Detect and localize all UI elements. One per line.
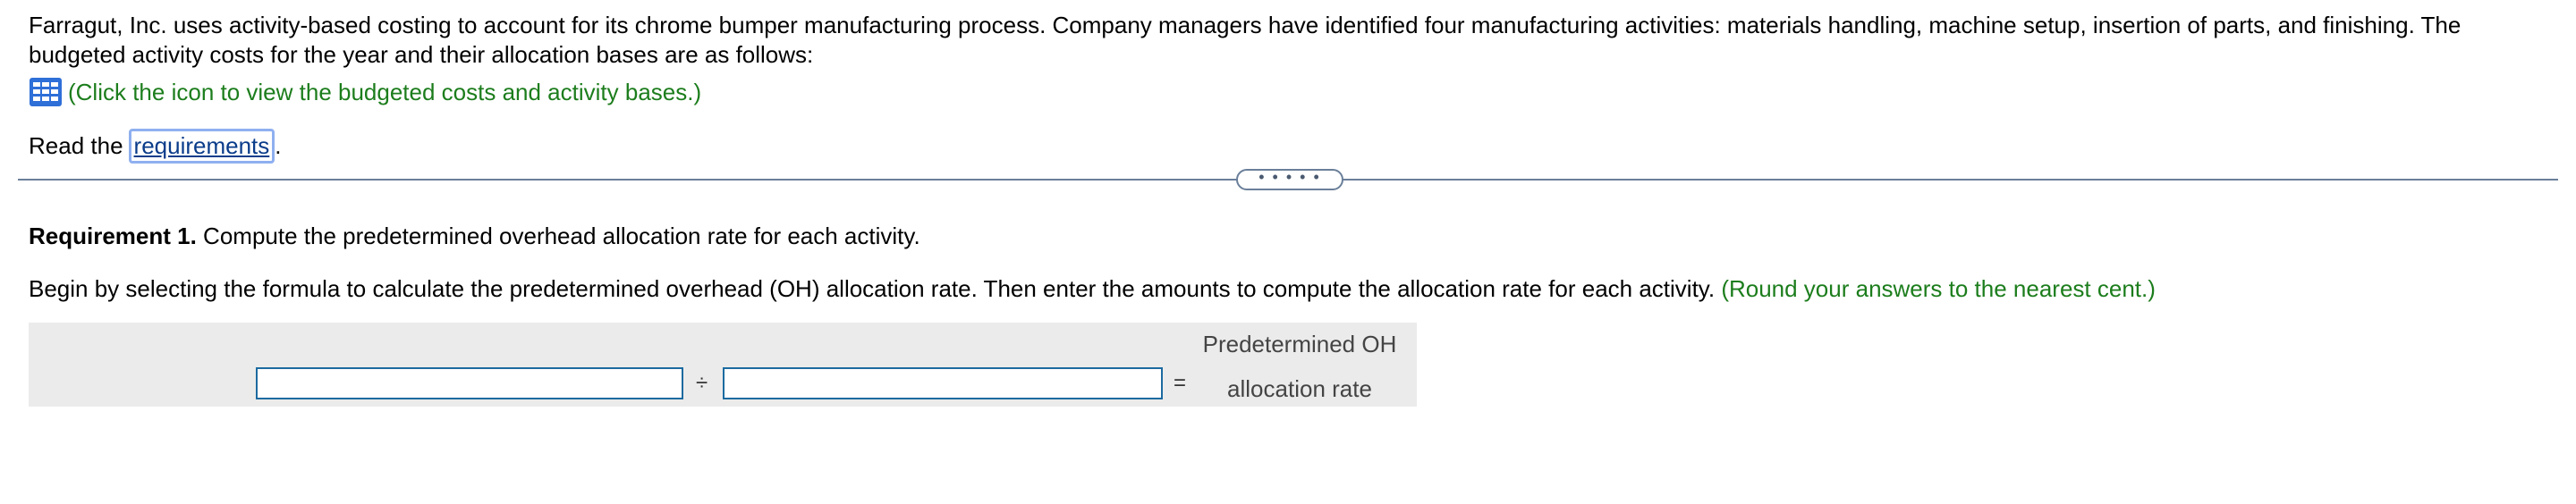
formula-denominator-select[interactable] — [723, 367, 1163, 399]
instructions-text: Begin by selecting the formula to calcul… — [29, 275, 1722, 302]
instructions-line: Begin by selecting the formula to calcul… — [29, 274, 2156, 304]
requirement-1-heading: Requirement 1. Compute the predetermined… — [29, 222, 920, 251]
data-table-link-text: (Click the icon to view the budgeted cos… — [68, 78, 702, 105]
data-table-link-line: (Click the icon to view the budgeted cos… — [29, 75, 701, 109]
intro-paragraph: Farragut, Inc. uses activity-based costi… — [29, 12, 2462, 68]
requirement-1-text: Compute the predetermined overhead alloc… — [196, 223, 920, 249]
requirement-1-label: Requirement 1. — [29, 223, 197, 249]
rounding-note: (Round your answers to the nearest cent.… — [1721, 275, 2156, 302]
formula-panel: Predetermined OH ÷ = allocation rate — [29, 323, 1417, 407]
collapse-handle[interactable]: • • • • • — [1236, 169, 1343, 190]
read-suffix: . — [275, 132, 282, 159]
read-prefix: Read the — [29, 132, 123, 159]
formula-numerator-select[interactable] — [256, 367, 683, 399]
table-grid-icon[interactable] — [29, 77, 63, 107]
result-label-line1: Predetermined OH — [1202, 331, 1397, 357]
requirements-link[interactable]: requirements — [128, 129, 275, 164]
read-requirements-line: Read the requirements. — [29, 129, 282, 164]
equals-operator: = — [1174, 371, 1187, 395]
divide-operator: ÷ — [696, 371, 708, 395]
result-label-line2: allocation rate — [1227, 375, 1372, 402]
